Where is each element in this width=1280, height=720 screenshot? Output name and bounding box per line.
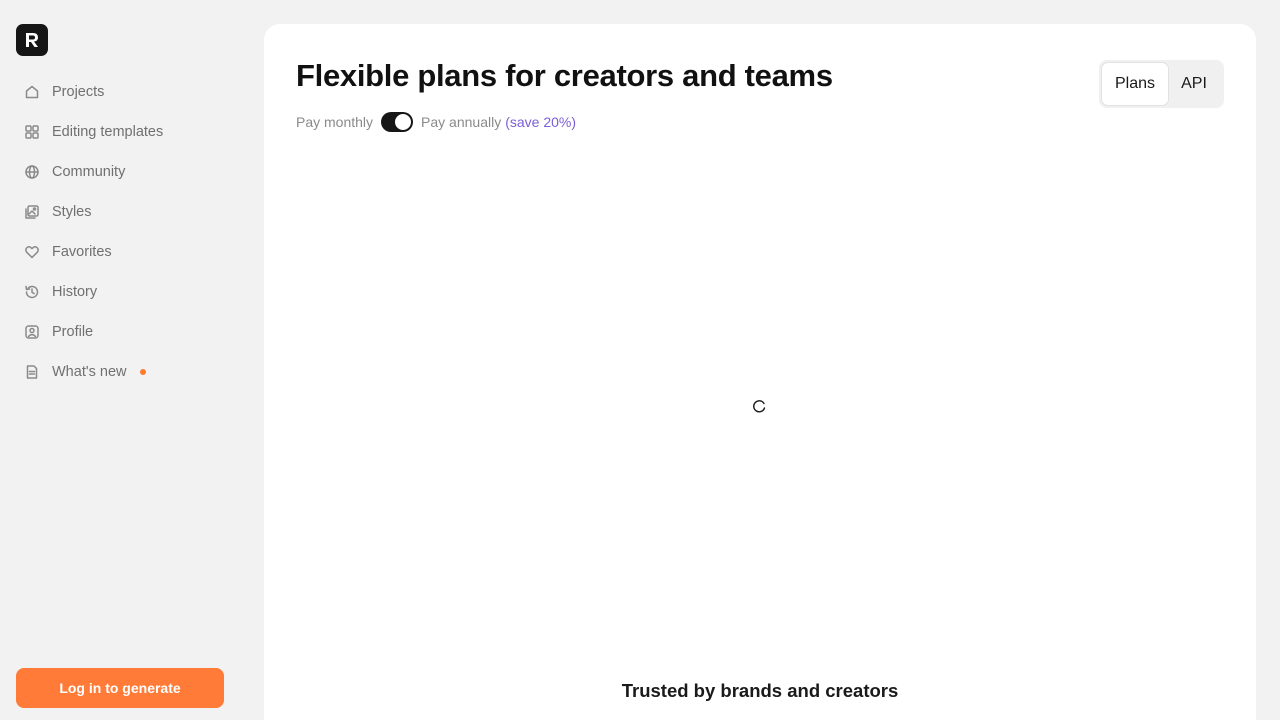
- tab-plans[interactable]: Plans: [1101, 62, 1169, 106]
- pay-annually-label[interactable]: Pay annually: [421, 114, 501, 130]
- globe-icon: [24, 164, 40, 180]
- sidebar-item-label: Projects: [52, 84, 105, 100]
- sidebar-nav: Projects Editing templates Community Sty…: [16, 72, 248, 392]
- home-icon: [24, 84, 40, 100]
- sidebar-item-whats-new[interactable]: What's new: [16, 352, 248, 392]
- sidebar-item-community[interactable]: Community: [16, 152, 248, 192]
- grid-icon: [24, 124, 40, 140]
- billing-period-switch: Pay monthly Pay annually (save 20%): [296, 110, 576, 134]
- toggle-knob: [395, 114, 412, 130]
- sidebar-item-label: Community: [52, 164, 126, 180]
- sidebar-item-editing-templates[interactable]: Editing templates: [16, 112, 248, 152]
- billing-toggle[interactable]: [381, 112, 414, 132]
- document-icon: [24, 364, 40, 380]
- heart-icon: [24, 244, 40, 260]
- plans-api-switch: Plans API: [1099, 60, 1224, 108]
- sidebar-item-history[interactable]: History: [16, 272, 248, 312]
- sidebar-item-favorites[interactable]: Favorites: [16, 232, 248, 272]
- page-title: Flexible plans for creators and teams: [296, 58, 833, 93]
- sidebar-item-label: Favorites: [52, 244, 112, 260]
- app-logo-icon[interactable]: [16, 24, 48, 56]
- sidebar: Projects Editing templates Community Sty…: [0, 0, 264, 720]
- pricing-panel: Flexible plans for creators and teams Pa…: [264, 24, 1256, 720]
- sidebar-item-label: History: [52, 284, 98, 300]
- sidebar-item-profile[interactable]: Profile: [16, 312, 248, 352]
- loading-spinner-icon: [752, 399, 766, 413]
- history-icon: [24, 284, 40, 300]
- sidebar-item-label: Profile: [52, 324, 94, 340]
- sidebar-item-label: Styles: [52, 204, 92, 220]
- new-indicator-dot: [139, 369, 146, 375]
- tab-api[interactable]: API: [1169, 62, 1219, 106]
- trusted-heading: Trusted by brands and creators: [621, 680, 899, 701]
- pay-monthly-label[interactable]: Pay monthly: [296, 114, 373, 130]
- sidebar-item-label: Editing templates: [52, 124, 164, 140]
- login-to-generate-button[interactable]: Log in to generate: [16, 668, 224, 708]
- sidebar-item-projects[interactable]: Projects: [16, 72, 248, 112]
- save-badge: (save 20%): [505, 114, 577, 130]
- sidebar-item-label: What's new: [52, 364, 127, 380]
- profile-icon: [24, 324, 40, 340]
- images-icon: [24, 204, 40, 220]
- sidebar-item-styles[interactable]: Styles: [16, 192, 248, 232]
